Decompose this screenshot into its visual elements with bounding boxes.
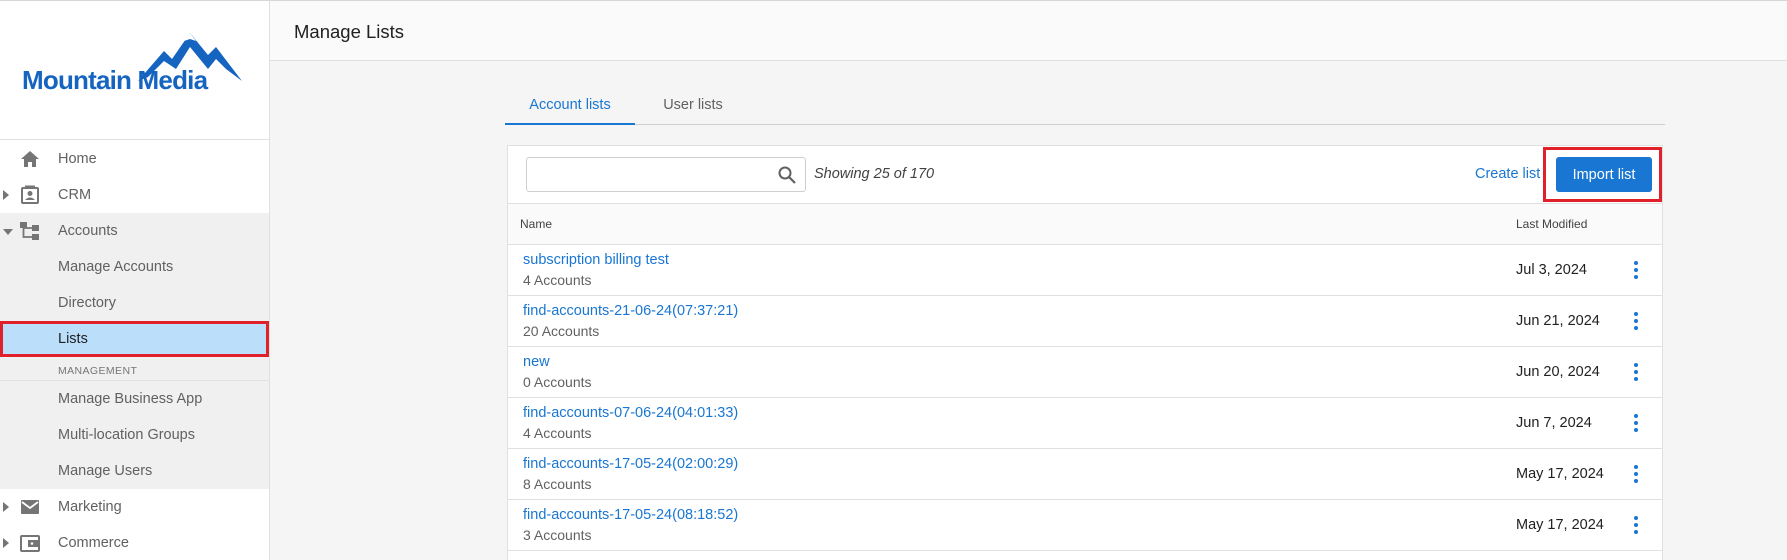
sidebar-item-accounts[interactable]: Accounts	[0, 213, 269, 249]
sidebar-item-label: Home	[58, 151, 97, 167]
column-header-name[interactable]: Name	[520, 217, 552, 231]
list-toolbar: Showing 25 of 170 Create list Import lis…	[508, 146, 1662, 204]
account-count: 4 Accounts	[523, 425, 592, 441]
more-vert-icon[interactable]	[1628, 514, 1644, 536]
search-box[interactable]	[526, 157, 806, 192]
chevron-right-icon[interactable]	[3, 538, 9, 548]
sidebar-item-label: Marketing	[58, 499, 122, 515]
list-name-link[interactable]: find-accounts-07-06-24(04:01:33)	[523, 405, 738, 421]
tab-user-lists[interactable]: User lists	[635, 86, 751, 125]
chevron-down-icon[interactable]	[3, 229, 13, 235]
import-list-button[interactable]: Import list	[1556, 157, 1652, 192]
wallet-icon	[20, 535, 40, 552]
sidebar-item-label: Accounts	[58, 223, 118, 239]
table-body: subscription billing test 4 Accounts Jul…	[508, 245, 1662, 551]
account-count: 8 Accounts	[523, 476, 592, 492]
table-row[interactable]: find-accounts-17-05-24(02:00:29) 8 Accou…	[508, 449, 1662, 500]
sidebar-item-label: Lists	[58, 331, 88, 347]
accounts-group: Accounts Manage Accounts Directory Lists…	[0, 213, 269, 489]
more-vert-icon[interactable]	[1628, 361, 1644, 383]
more-vert-icon[interactable]	[1628, 310, 1644, 332]
chevron-right-icon[interactable]	[3, 502, 9, 512]
sidebar-item-label: Manage Users	[58, 463, 153, 479]
search-input[interactable]	[527, 158, 767, 191]
sidebar-item-manage-business-app[interactable]: Manage Business App	[0, 381, 269, 417]
list-name-link[interactable]: find-accounts-17-05-24(08:18:52)	[523, 507, 738, 523]
more-vert-icon[interactable]	[1628, 463, 1644, 485]
sidebar-item-commerce[interactable]: Commerce	[0, 525, 269, 560]
logo[interactable]: Mountain Media	[0, 1, 269, 140]
last-modified-date: May 17, 2024	[1516, 466, 1604, 482]
account-count: 0 Accounts	[523, 374, 592, 390]
page-title: Manage Lists	[294, 21, 405, 42]
home-icon	[21, 151, 39, 167]
hierarchy-icon	[20, 222, 39, 240]
sidebar-item-label: Manage Business App	[58, 391, 203, 407]
create-list-button[interactable]: Create list	[1475, 166, 1540, 182]
list-name-link[interactable]: find-accounts-17-05-24(02:00:29)	[523, 456, 738, 472]
table-row[interactable]: subscription billing test 4 Accounts Jul…	[508, 245, 1662, 296]
column-header-last-modified[interactable]: Last Modified	[1516, 217, 1587, 231]
mail-icon	[21, 500, 39, 514]
section-label-management: MANAGEMENT	[0, 357, 269, 381]
contact-card-icon	[21, 185, 39, 204]
last-modified-date: Jun 20, 2024	[1516, 364, 1600, 380]
highlight-outline	[0, 321, 269, 357]
table-header: Name Last Modified	[508, 204, 1662, 245]
account-count: 3 Accounts	[523, 527, 592, 543]
list-tabs: Account lists User lists	[505, 86, 1665, 125]
last-modified-date: Jun 7, 2024	[1516, 415, 1592, 431]
more-vert-icon[interactable]	[1628, 259, 1644, 281]
sidebar-item-label: Multi-location Groups	[58, 427, 195, 443]
logo-text: Mountain Media	[22, 65, 208, 95]
more-vert-icon[interactable]	[1628, 412, 1644, 434]
last-modified-date: Jun 21, 2024	[1516, 313, 1600, 329]
list-name-link[interactable]: new	[523, 354, 550, 370]
lists-card: Showing 25 of 170 Create list Import lis…	[507, 145, 1663, 560]
sidebar-item-label: Commerce	[58, 535, 129, 551]
list-name-link[interactable]: subscription billing test	[523, 252, 669, 268]
top-bar: Manage Lists	[270, 0, 1787, 61]
sidebar: Mountain Media Home CRM Accounts Manage …	[0, 0, 270, 560]
sidebar-item-directory[interactable]: Directory	[0, 285, 269, 321]
last-modified-date: May 17, 2024	[1516, 517, 1604, 533]
sidebar-item-manage-accounts[interactable]: Manage Accounts	[0, 249, 269, 285]
sidebar-item-manage-users[interactable]: Manage Users	[0, 453, 269, 489]
table-row[interactable]: find-accounts-07-06-24(04:01:33) 4 Accou…	[508, 398, 1662, 449]
sidebar-item-home[interactable]: Home	[0, 141, 269, 177]
account-count: 20 Accounts	[523, 323, 600, 339]
table-row[interactable]: find-accounts-21-06-24(07:37:21) 20 Acco…	[508, 296, 1662, 347]
sidebar-item-lists[interactable]: Lists	[0, 321, 269, 357]
search-icon[interactable]	[778, 166, 796, 184]
table-row[interactable]: new 0 Accounts Jun 20, 2024	[508, 347, 1662, 398]
table-row[interactable]: find-accounts-17-05-24(08:18:52) 3 Accou…	[508, 500, 1662, 551]
sidebar-item-label: Manage Accounts	[58, 259, 174, 275]
list-name-link[interactable]: find-accounts-21-06-24(07:37:21)	[523, 303, 738, 319]
account-count: 4 Accounts	[523, 272, 592, 288]
sidebar-item-marketing[interactable]: Marketing	[0, 489, 269, 525]
sidebar-item-multi-location-groups[interactable]: Multi-location Groups	[0, 417, 269, 453]
results-count: Showing 25 of 170	[814, 166, 935, 182]
sidebar-item-label: Directory	[58, 295, 117, 311]
sidebar-item-crm[interactable]: CRM	[0, 177, 269, 213]
sidebar-item-label: CRM	[58, 187, 92, 203]
tab-account-lists[interactable]: Account lists	[505, 86, 635, 125]
last-modified-date: Jul 3, 2024	[1516, 262, 1587, 278]
chevron-right-icon[interactable]	[3, 190, 9, 200]
